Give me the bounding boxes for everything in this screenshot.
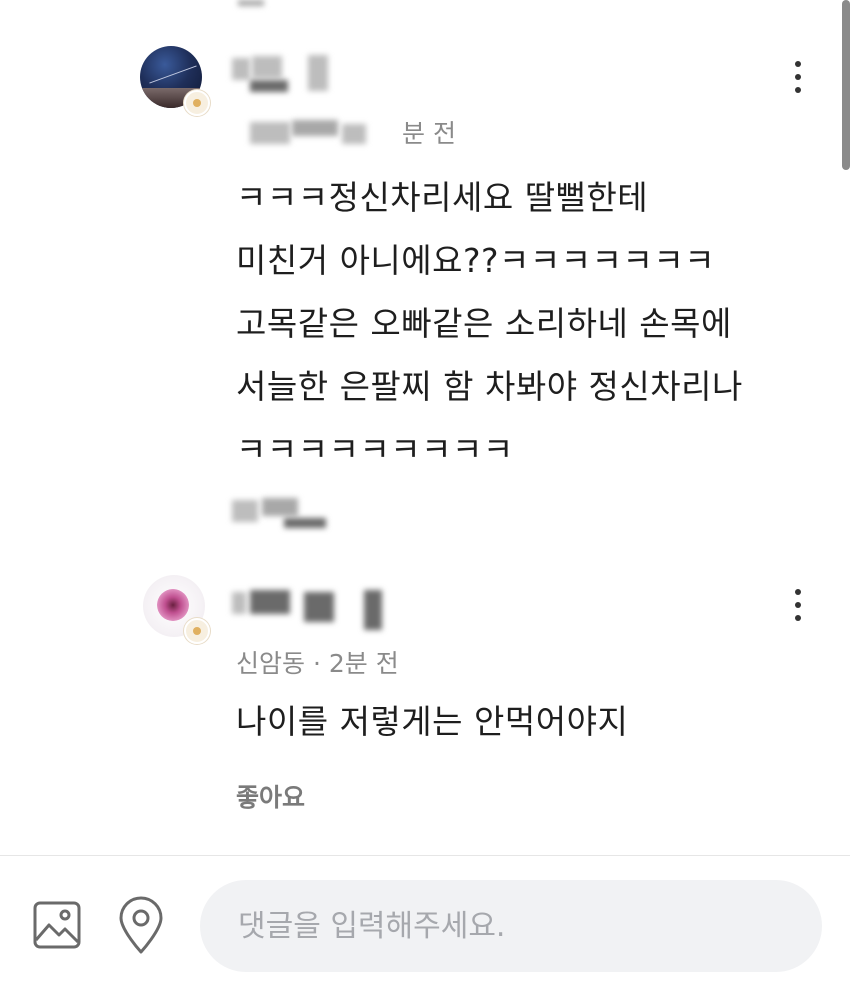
location-pin-icon[interactable]	[116, 896, 166, 956]
comment-input[interactable]	[200, 880, 822, 972]
composer-divider	[0, 855, 850, 856]
blur-block	[364, 590, 382, 630]
location-pin-icon-svg	[119, 896, 163, 954]
avatar-image-detail	[157, 589, 189, 621]
more-options-icon[interactable]	[788, 585, 808, 625]
user-level-badge-icon	[184, 618, 210, 644]
comment-body: 나이를 저렇게는 안먹어야지	[236, 702, 629, 741]
image-icon-svg	[33, 901, 81, 949]
like-button[interactable]: 좋아요	[236, 778, 305, 814]
comment-item: 신암동 · 2분 전 나이를 저렇게는 안먹어야지 좋아요	[0, 0, 850, 830]
image-icon[interactable]	[32, 900, 82, 950]
blur-block	[232, 592, 246, 614]
blur-block	[304, 592, 334, 622]
comment-location-time: 신암동 · 2분 전	[236, 649, 399, 678]
blur-block	[250, 590, 290, 614]
